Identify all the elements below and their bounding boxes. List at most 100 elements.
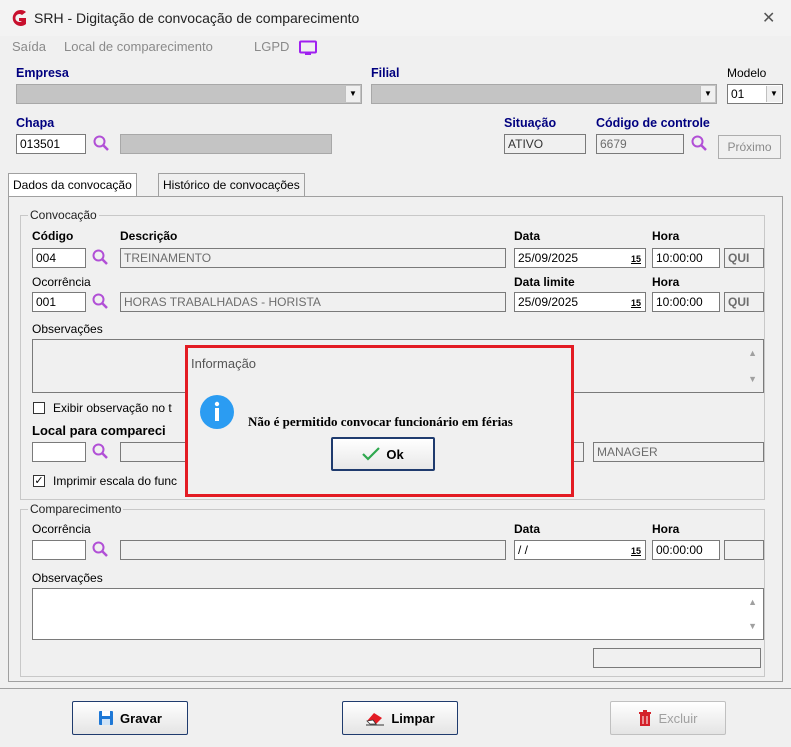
observacoes-label: Observações xyxy=(32,322,103,336)
limpar-button[interactable]: Limpar xyxy=(342,701,458,735)
excluir-button[interactable]: Excluir xyxy=(610,701,726,735)
search-icon[interactable] xyxy=(91,442,109,460)
tab-dados-label: Dados da convocação xyxy=(13,178,132,192)
comp-observacoes-label: Observações xyxy=(32,571,103,585)
dia-semana2-field: QUI xyxy=(724,292,764,312)
situacao-field: ATIVO xyxy=(504,134,586,154)
comp-data-value: / / xyxy=(518,543,529,557)
comp-dia-semana-field xyxy=(724,540,764,560)
ocorrencia-label: Ocorrência xyxy=(32,275,91,289)
tab-dados-convocacao[interactable]: Dados da convocação xyxy=(8,173,137,197)
codigo-label: Código xyxy=(32,229,74,243)
chapa-label: Chapa xyxy=(16,116,55,130)
search-icon[interactable] xyxy=(91,248,109,266)
chapa-input[interactable]: 013501 xyxy=(16,134,86,154)
lgpd-monitor-icon[interactable] xyxy=(298,40,318,56)
data-label: Data xyxy=(514,229,541,243)
situacao-label: Situação xyxy=(504,116,557,130)
data-limite-value: 25/09/2025 xyxy=(518,295,579,309)
window-title: SRH - Digitação de convocação de compare… xyxy=(34,10,360,26)
excluir-label: Excluir xyxy=(658,710,698,726)
codigo-controle-label: Código de controle xyxy=(596,116,710,130)
floppy-disk-icon xyxy=(99,711,114,725)
exibir-obs-label: Exibir observação no t xyxy=(53,401,172,415)
hora2-input[interactable]: 10:00:00 xyxy=(652,292,720,312)
info-dialog: Informação Não é permitido convocar func… xyxy=(185,345,574,497)
empresa-label: Empresa xyxy=(16,66,69,80)
comp-hora-label: Hora xyxy=(652,522,680,536)
ok-label: Ok xyxy=(386,446,404,462)
local-input[interactable] xyxy=(32,442,86,462)
checkmark-icon xyxy=(362,447,381,461)
data-limite-input[interactable]: 25/09/2025 15 xyxy=(514,292,646,312)
calendar-icon[interactable]: 15 xyxy=(631,296,641,310)
filial-label: Filial xyxy=(371,66,400,80)
chevron-down-icon[interactable]: ▼ xyxy=(345,86,360,102)
menu-lgpd[interactable]: LGPD xyxy=(254,39,289,54)
chevron-down-icon[interactable]: ▼ xyxy=(766,86,781,102)
hora-input[interactable]: 10:00:00 xyxy=(652,248,720,268)
comp-observacoes-textarea[interactable]: ▲ ▼ xyxy=(32,588,764,640)
comp-ocorrencia-label: Ocorrência xyxy=(32,522,91,536)
bottom-divider xyxy=(0,688,791,689)
filial-select[interactable]: ▼ xyxy=(371,84,717,104)
proximo-button[interactable]: Próximo xyxy=(718,135,781,159)
chevron-down-icon[interactable]: ▼ xyxy=(700,86,715,102)
calendar-icon[interactable]: 15 xyxy=(631,544,641,558)
chapa-name-field xyxy=(120,134,332,154)
dia-semana-field: QUI xyxy=(724,248,764,268)
trash-icon xyxy=(639,710,652,726)
comp-data-label: Data xyxy=(514,522,541,536)
gravar-button[interactable]: Gravar xyxy=(72,701,188,735)
scroll-up-icon[interactable]: ▲ xyxy=(748,595,757,609)
imprimir-checkbox[interactable]: ✓ xyxy=(33,475,45,487)
menu-saida[interactable]: Saída xyxy=(12,39,46,54)
hora2-label: Hora xyxy=(652,275,680,289)
descricao-field: TREINAMENTO xyxy=(120,248,506,268)
exibir-obs-checkbox[interactable] xyxy=(33,402,45,414)
search-icon[interactable] xyxy=(690,134,708,152)
limpar-label: Limpar xyxy=(391,710,435,726)
ocorrencia-desc-field: HORAS TRABALHADAS - HORISTA xyxy=(120,292,506,312)
scroll-down-icon[interactable]: ▼ xyxy=(748,372,757,386)
hora-label: Hora xyxy=(652,229,680,243)
modelo-select[interactable]: 01 ▼ xyxy=(727,84,783,104)
convocacao-group-title: Convocação xyxy=(28,208,99,222)
search-icon[interactable] xyxy=(91,292,109,310)
descricao-label: Descrição xyxy=(120,229,178,243)
search-icon[interactable] xyxy=(91,540,109,558)
modelo-label: Modelo xyxy=(727,66,767,80)
menu-local-comparecimento[interactable]: Local de comparecimento xyxy=(64,39,213,54)
comp-hora-input[interactable]: 00:00:00 xyxy=(652,540,720,560)
comp-ocorrencia-desc xyxy=(120,540,506,560)
scroll-up-icon[interactable]: ▲ xyxy=(748,346,757,360)
info-icon xyxy=(200,395,234,429)
dialog-message: Não é permitido convocar funcionário em … xyxy=(248,414,513,429)
comp-extra-field xyxy=(593,648,761,668)
search-icon[interactable] xyxy=(92,134,110,152)
tab-historico-label: Histórico de convocações xyxy=(163,178,300,192)
dialog-title: Informação xyxy=(191,356,257,371)
empresa-select[interactable]: ▼ xyxy=(16,84,362,104)
app-logo-icon xyxy=(12,9,26,26)
tab-historico-convocacoes[interactable]: Histórico de convocações xyxy=(158,173,305,196)
gravar-label: Gravar xyxy=(120,710,162,726)
comp-data-input[interactable]: / / 15 xyxy=(514,540,646,560)
comp-ocorrencia-input[interactable] xyxy=(32,540,86,560)
codigo-controle-field: 6679 xyxy=(596,134,684,154)
data-value: 25/09/2025 xyxy=(518,251,579,265)
data-limite-label: Data limite xyxy=(514,275,575,289)
close-icon[interactable]: ✕ xyxy=(762,8,775,28)
ocorrencia-input[interactable]: 001 xyxy=(32,292,86,312)
local-label: Local para compareci xyxy=(32,423,166,438)
imprimir-label: Imprimir escala do func xyxy=(53,474,178,488)
data-input[interactable]: 25/09/2025 15 xyxy=(514,248,646,268)
modelo-value: 01 xyxy=(731,87,745,101)
calendar-icon[interactable]: 15 xyxy=(631,252,641,266)
manager-field: MANAGER xyxy=(593,442,764,462)
eraser-icon xyxy=(366,713,385,726)
ok-button[interactable]: Ok xyxy=(331,437,435,471)
codigo-input[interactable]: 004 xyxy=(32,248,86,268)
comparecimento-group-title: Comparecimento xyxy=(28,502,124,516)
scroll-down-icon[interactable]: ▼ xyxy=(748,619,757,633)
